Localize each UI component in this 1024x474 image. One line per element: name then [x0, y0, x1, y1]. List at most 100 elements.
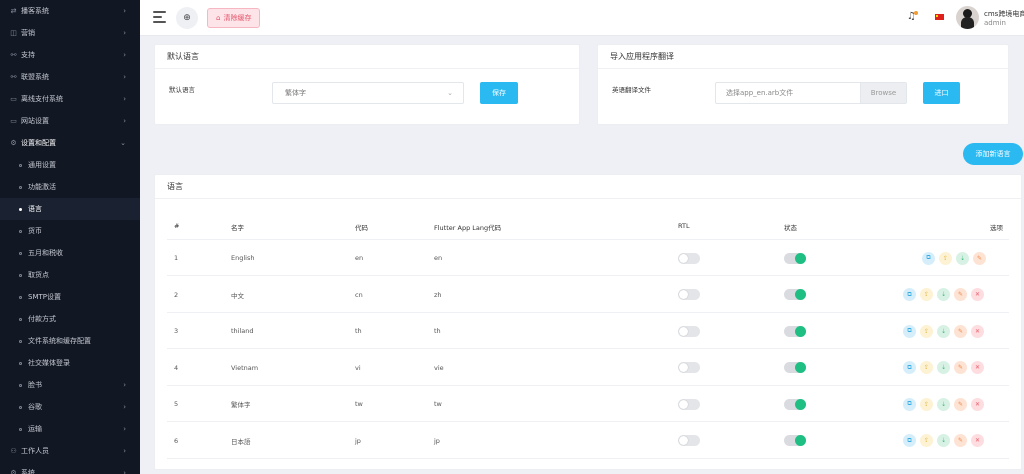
export-icon[interactable]: ⇪	[920, 361, 933, 374]
cell-name: 日本語	[231, 437, 251, 446]
clear-cache-button[interactable]: ⌂ 清除缓存	[207, 8, 261, 28]
sidebar-subitem[interactable]: 取货点	[0, 264, 140, 286]
sidebar-subitem[interactable]: SMTP设置	[0, 286, 140, 308]
sidebar-subitem[interactable]: 运输 ›	[0, 418, 140, 440]
sidebar-subitem-label: 货币	[28, 227, 42, 235]
bullet-icon	[19, 383, 22, 387]
cell-name: 繁体字	[231, 401, 251, 409]
card-title: 默认语言	[155, 45, 579, 69]
sidebar-item[interactable]: ⚙ 设置和配置 ⌄	[0, 132, 140, 154]
download-icon[interactable]: ⇣	[956, 251, 969, 265]
sidebar-item[interactable]: ▭ 网站设置 ›	[0, 110, 140, 132]
rtl-toggle[interactable]	[678, 289, 700, 300]
edit-icon[interactable]: ✎	[954, 361, 967, 374]
translate-icon[interactable]: ⧉	[922, 251, 935, 265]
sidebar-subitem[interactable]: 功能激活	[0, 176, 140, 198]
sidebar-item[interactable]: ⚙ 系统 ›	[0, 462, 140, 474]
sidebar-item-label: 联盟系统	[21, 73, 49, 81]
sidebar-subitem[interactable]: 语言	[0, 198, 140, 220]
sidebar-subitem[interactable]: 货币	[0, 220, 140, 242]
export-icon[interactable]: ⇪	[920, 324, 933, 338]
download-icon[interactable]: ⇣	[937, 324, 950, 338]
chevron-right-icon: ›	[123, 403, 126, 411]
chevron-right-icon: ›	[123, 117, 126, 125]
export-icon[interactable]: ⇪	[920, 288, 933, 301]
status-cell	[784, 240, 806, 276]
podcast-icon: ⇄	[10, 7, 17, 15]
download-icon[interactable]: ⇣	[937, 288, 950, 301]
download-icon[interactable]: ⇣	[937, 397, 950, 411]
translate-icon[interactable]: ⧉	[903, 361, 916, 374]
action-buttons: ⧉ ⇪ ⇣ ✎	[922, 251, 986, 265]
sidebar-item[interactable]: ⚯ 支持 ›	[0, 44, 140, 66]
edit-icon[interactable]: ✎	[954, 397, 967, 411]
sidebar-item[interactable]: ▭ 离线支付系统 ›	[0, 88, 140, 110]
topbar: ⊕ ⌂ 清除缓存 ♫ cms跨境电商 admin	[140, 0, 1024, 36]
edit-icon[interactable]: ✎	[954, 324, 967, 338]
status-toggle[interactable]	[784, 325, 806, 337]
bell-icon[interactable]: ♫	[907, 11, 918, 22]
sidebar-item[interactable]: ⚇ 工作人员 ›	[0, 440, 140, 462]
actions-cell: ⧉ ⇪ ⇣ ✎ ✕	[903, 350, 984, 386]
sidebar-subitem[interactable]: 文件系统和缓存配置	[0, 330, 140, 352]
sidebar-subitem[interactable]: 五月和税收	[0, 242, 140, 264]
delete-icon[interactable]: ✕	[971, 288, 984, 301]
sidebar-subitem[interactable]: 社交媒体登录	[0, 352, 140, 374]
menu-toggle-icon[interactable]	[153, 11, 166, 23]
sidebar-item[interactable]: ⇄ 播客系统 ›	[0, 0, 140, 22]
rtl-toggle[interactable]	[678, 325, 700, 337]
status-toggle[interactable]	[784, 289, 806, 300]
sidebar-subitem[interactable]: 付款方式	[0, 308, 140, 330]
col-header-num: #	[174, 222, 180, 230]
gear-icon: ⚙	[10, 139, 17, 147]
avatar[interactable]	[956, 6, 979, 29]
rtl-toggle[interactable]	[678, 362, 700, 373]
rtl-toggle[interactable]	[678, 398, 700, 410]
sidebar-item[interactable]: ◫ 营销 ›	[0, 22, 140, 44]
status-toggle[interactable]	[784, 398, 806, 410]
status-cell	[784, 313, 806, 349]
export-icon[interactable]: ⇪	[920, 397, 933, 411]
export-icon[interactable]: ⇪	[939, 251, 952, 265]
save-button[interactable]: 保存	[480, 82, 518, 104]
cell-num: 3	[174, 327, 179, 335]
cell-flutter: th	[434, 327, 441, 335]
download-icon[interactable]: ⇣	[937, 434, 950, 447]
table-row: 5 繁体字 tw tw ⧉ ⇪ ⇣ ✎ ✕	[167, 386, 1009, 422]
status-toggle[interactable]	[784, 435, 806, 446]
sidebar-item[interactable]: ⚯ 联盟系统 ›	[0, 66, 140, 88]
sidebar-item-label: 营销	[21, 29, 35, 37]
delete-icon[interactable]: ✕	[971, 397, 984, 411]
default-language-select[interactable]: 繁体字 ⌄	[272, 82, 464, 104]
rtl-toggle[interactable]	[678, 252, 700, 264]
chevron-right-icon: ›	[123, 425, 126, 433]
status-toggle[interactable]	[784, 252, 806, 264]
delete-icon[interactable]: ✕	[971, 361, 984, 374]
link-icon: ⚯	[10, 51, 17, 59]
sidebar-item-label: 支持	[21, 51, 35, 59]
globe-icon[interactable]: ⊕	[176, 7, 198, 29]
flag-icon[interactable]	[935, 14, 944, 20]
delete-icon[interactable]: ✕	[971, 434, 984, 447]
rtl-toggle[interactable]	[678, 435, 700, 446]
export-icon[interactable]: ⇪	[920, 434, 933, 447]
sidebar-subitem[interactable]: 脸书 ›	[0, 374, 140, 396]
cell-num: 5	[174, 400, 179, 408]
monitor-icon: ▭	[10, 117, 17, 125]
add-language-button[interactable]: 添加新语言	[963, 143, 1023, 165]
sidebar-subitem[interactable]: 谷歌 ›	[0, 396, 140, 418]
browse-button[interactable]: Browse	[860, 83, 906, 103]
edit-icon[interactable]: ✎	[973, 251, 986, 265]
status-toggle[interactable]	[784, 362, 806, 373]
translate-icon[interactable]: ⧉	[903, 434, 916, 447]
download-icon[interactable]: ⇣	[937, 361, 950, 374]
delete-icon[interactable]: ✕	[971, 324, 984, 338]
edit-icon[interactable]: ✎	[954, 434, 967, 447]
sidebar-subitem[interactable]: 通用设置	[0, 154, 140, 176]
translate-icon[interactable]: ⧉	[903, 288, 916, 301]
edit-icon[interactable]: ✎	[954, 288, 967, 301]
import-button[interactable]: 进口	[923, 82, 960, 104]
translate-icon[interactable]: ⧉	[903, 324, 916, 338]
translate-icon[interactable]: ⧉	[903, 397, 916, 411]
translation-file-input[interactable]: 选择app_en.arb文件 Browse	[715, 82, 907, 104]
